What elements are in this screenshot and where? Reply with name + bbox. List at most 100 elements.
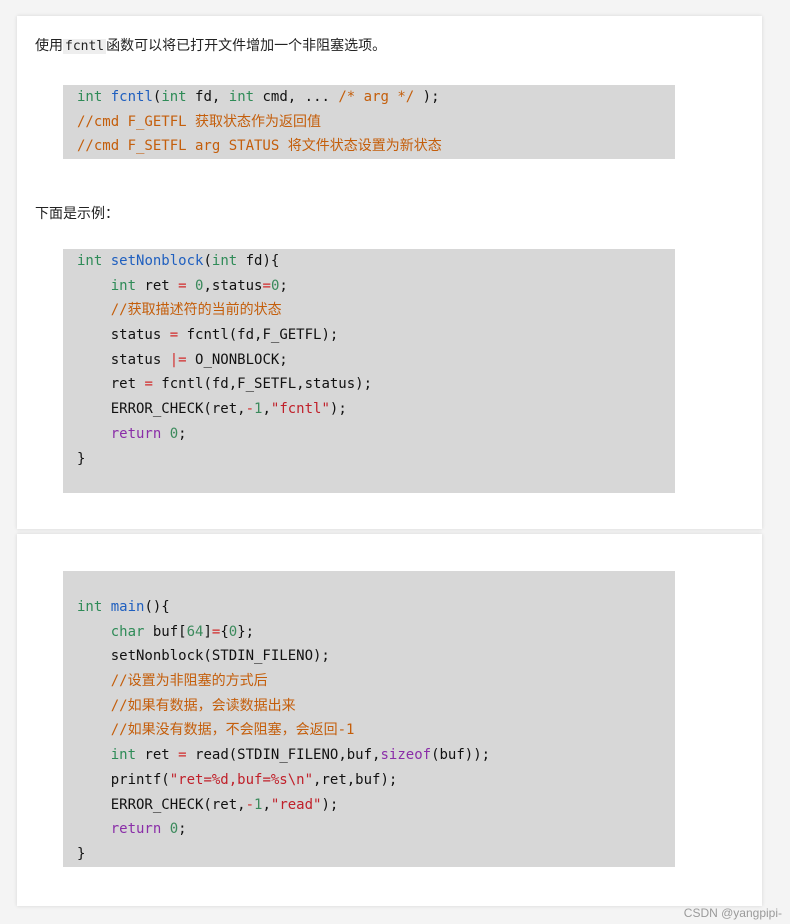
code-operator: = [144,376,153,393]
code-text: (buf)); [431,747,491,764]
code-comment-line: //cmd F_SETFL arg STATUS 将文件状态设置为新状态 [77,138,442,155]
code-line: int setNonblock(int fd){ [77,249,675,274]
watermark: CSDN @yangpipi- [683,906,782,920]
code-comment: /* arg */ [338,89,415,105]
inline-code-fcntl: fcntl [63,39,107,54]
code-line: } [77,450,86,467]
code-string: "ret=%d,buf=%s\n" [169,771,314,788]
code-text: { [220,623,229,640]
code-return-keyword: return [110,425,162,442]
code-line: int fcntl(int fd, int cmd, ... /* arg */… [77,85,675,110]
code-comment: //如果没有数据，不会阻塞，会返回-1 [110,722,355,739]
code-text: ); [414,89,440,105]
code-text: setNonblock(STDIN_FILENO); [110,648,330,665]
code-text: fd){ [237,253,280,269]
code-comment: //设置为非阻塞的方式后 [110,673,268,690]
code-text: ); [329,401,347,418]
code-line: //如果没有数据，不会阻塞，会返回-1 [77,718,675,743]
intro-paragraph: 使用 fcntl 函数可以将已打开文件增加一个非阻塞选项。 [35,36,386,57]
code-line: int ret = read(STDIN_FILENO,buf,sizeof(b… [77,743,675,768]
code-block-setnonblock: int setNonblock(int fd){ int ret = 0,sta… [63,249,675,493]
code-text: ] [203,623,212,640]
code-line: //获取描述符的当前的状态 [77,298,675,323]
code-keyword: int [77,253,103,269]
code-number: 64 [186,623,204,640]
code-operator: - [245,401,255,418]
code-text: O_NONBLOCK; [186,351,288,368]
code-text: buf[ [144,623,187,640]
code-line: ret = fcntl(fd,F_SETFL,status); [77,372,675,397]
code-text: status [110,351,170,368]
code-line: setNonblock(STDIN_FILENO); [77,644,675,669]
article-card-1: 使用 fcntl 函数可以将已打开文件增加一个非阻塞选项。 int fcntl(in… [17,16,762,529]
code-line: int ret = 0,status=0; [77,274,675,299]
code-text: }; [237,623,255,640]
code-block-main: int main(){ char buf[64]={0}; setNonbloc… [63,571,675,867]
code-keyword: int [211,253,238,269]
code-text: , [262,401,271,418]
code-comment-line: //cmd F_GETFL 获取状态作为返回值 [77,113,322,130]
code-keyword: int [110,277,137,294]
code-operator: |= [169,351,187,368]
code-keyword: int [228,89,255,105]
intro-text-after: 函数可以将已打开文件增加一个非阻塞选项。 [106,38,387,54]
code-text: ,status [203,277,263,294]
code-operator: = [178,277,187,294]
code-text: ret [110,376,145,393]
code-line: ERROR_CHECK(ret,-1,"read"); [77,793,675,818]
code-text: ,ret,buf); [313,771,398,788]
code-comment: //如果有数据，会读数据出来 [110,697,296,714]
code-block-prototype: int fcntl(int fd, int cmd, ... /* arg */… [63,85,675,159]
code-comment: //获取描述符的当前的状态 [110,302,282,319]
code-text: status [110,327,170,344]
code-text: ; [178,425,187,442]
code-text: ret [136,277,179,294]
code-line: status |= O_NONBLOCK; [77,348,675,373]
code-operator: - [245,796,255,813]
code-keyword: int [110,747,137,764]
code-operator: = [262,277,271,294]
code-line: int main(){ [77,595,675,620]
code-text: fd, [186,89,229,105]
code-line: ERROR_CHECK(ret,-1,"fcntl"); [77,397,675,422]
code-line: printf("ret=%d,buf=%s\n",ret,buf); [77,768,675,793]
code-number: 0 [169,425,179,442]
intro-text-before: 使用 [35,38,63,54]
code-line: //设置为非阻塞的方式后 [77,669,675,694]
code-line: return 0; [77,422,675,447]
code-text: ); [321,796,339,813]
code-text: ret [136,747,179,764]
code-text: printf( [110,771,170,788]
code-line: char buf[64]={0}; [77,620,675,645]
code-text: fcntl(fd,F_SETFL,status); [152,376,373,393]
code-operator: = [169,327,179,344]
code-sizeof-keyword: sizeof [380,747,432,764]
code-function: setNonblock [110,253,204,269]
code-line: status = fcntl(fd,F_GETFL); [77,323,675,348]
code-line: return 0; [77,817,675,842]
code-text: fcntl(fd,F_GETFL); [178,327,339,344]
code-text: ERROR_CHECK(ret, [110,401,246,418]
code-line: } [77,845,86,862]
code-text: ; [178,821,187,838]
code-string: "fcntl" [270,401,330,418]
code-keyword: char [110,623,145,640]
code-function: fcntl [110,89,153,105]
